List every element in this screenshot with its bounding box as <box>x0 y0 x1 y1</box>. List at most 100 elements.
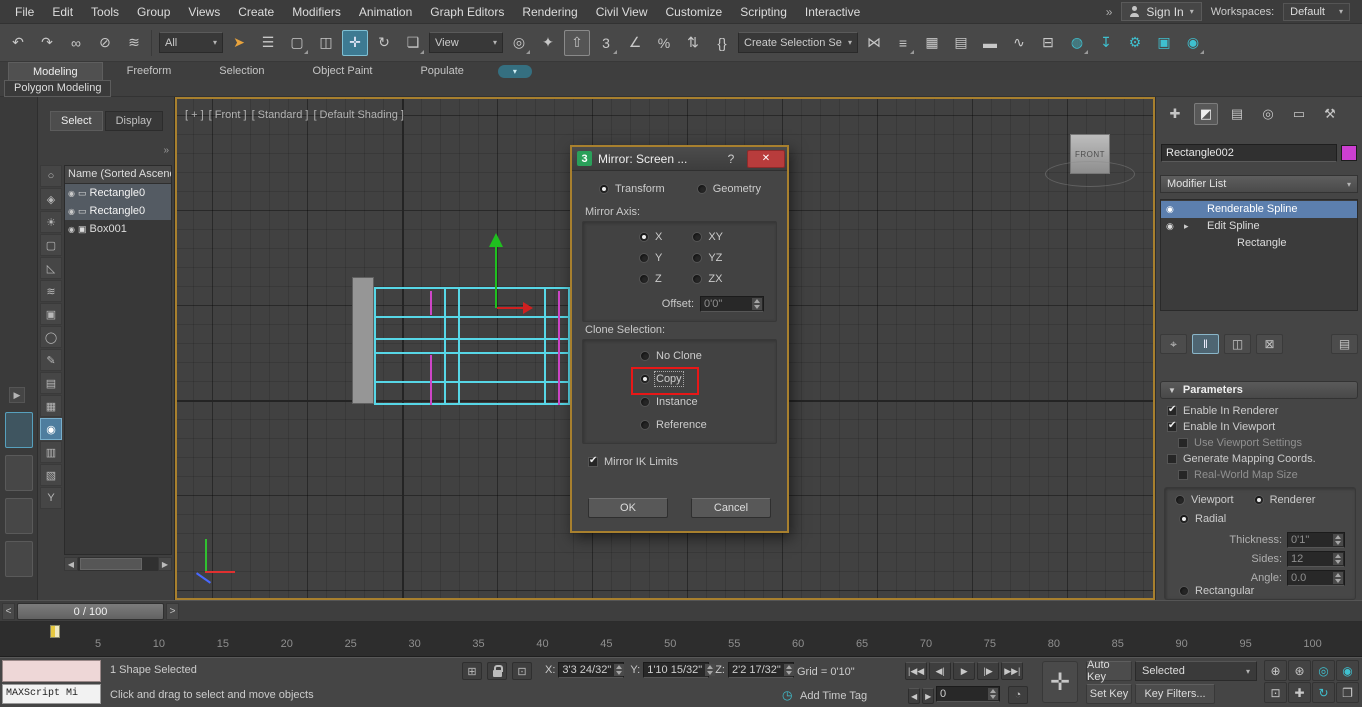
parameter-checkbox[interactable]: Real-World Map Size <box>1178 469 1358 481</box>
mirror-axis-radio[interactable]: ZX <box>692 273 723 285</box>
rendered-frame-window-icon[interactable]: ▣ <box>1151 30 1177 56</box>
spinner-icon[interactable] <box>1333 553 1343 565</box>
scroll-right-icon[interactable]: ▶ <box>158 557 172 571</box>
ribbon-tab[interactable]: Freeform <box>103 62 196 80</box>
ribbon-tab[interactable]: Modeling <box>8 62 103 80</box>
mirror-axis-radio[interactable]: YZ <box>692 252 723 264</box>
lights-filter-icon[interactable]: ☀ <box>40 211 62 233</box>
bones-filter-icon[interactable]: ✎ <box>40 349 62 371</box>
remove-modifier-icon[interactable]: ⊠ <box>1256 334 1283 354</box>
ribbon-toggle-icon[interactable]: ▬ <box>977 30 1003 56</box>
hidden-filter-icon[interactable]: ◉ <box>40 418 62 440</box>
previous-frame-button[interactable]: ◀| <box>929 662 951 680</box>
spinner-icon[interactable] <box>614 664 624 676</box>
ok-button[interactable]: OK <box>588 498 668 518</box>
previous-key-icon[interactable]: ◀ <box>908 688 920 704</box>
help-icon[interactable]: ? <box>721 152 741 166</box>
clone-option-radio[interactable]: No Clone <box>640 350 702 362</box>
render-production-icon[interactable]: ◉ <box>1180 30 1206 56</box>
pin-stack-icon[interactable]: ⌖ <box>1160 334 1187 354</box>
ribbon-config-button[interactable]: ▾ <box>498 65 532 78</box>
time-slider-handle[interactable]: 0 / 100 <box>17 603 164 620</box>
viewport-label-segment[interactable]: [ Standard ] <box>252 109 309 121</box>
render-setup-icon[interactable]: ⚙ <box>1122 30 1148 56</box>
menu-item[interactable]: Rendering <box>513 1 586 23</box>
menu-item[interactable]: Views <box>179 1 229 23</box>
default-tangents-icon[interactable]: ◔ <box>1008 686 1028 704</box>
add-time-tag[interactable]: Add Time Tag <box>800 690 867 702</box>
zoom-extents-all-icon[interactable]: ◉ <box>1336 660 1359 681</box>
move-gizmo-y-axis[interactable] <box>495 246 497 308</box>
go-to-start-button[interactable]: |◀◀ <box>905 662 927 680</box>
scene-explorer-tab[interactable]: Select <box>50 111 103 131</box>
menu-item[interactable]: Animation <box>350 1 421 23</box>
modifier-list-dropdown[interactable]: Modifier List ▾ <box>1160 175 1358 193</box>
next-key-icon[interactable]: ▶ <box>922 688 934 704</box>
menu-item[interactable]: Tools <box>82 1 128 23</box>
redo-icon[interactable]: ↷ <box>34 30 60 56</box>
dialog-title-bar[interactable]: 3 Mirror: Screen ... ? ✕ <box>572 147 787 171</box>
rectangular-selection-region-icon[interactable]: ▢ <box>284 30 310 56</box>
create-tab-icon[interactable]: ✚ <box>1163 103 1187 125</box>
scene-object-row[interactable]: ◉ ▭ Rectangle0 <box>65 184 171 202</box>
object-color-swatch[interactable] <box>1341 145 1357 161</box>
move-gizmo-x-axis[interactable] <box>497 307 523 309</box>
name-column-header[interactable]: Name (Sorted Ascend <box>65 166 171 184</box>
scene-explorer-tab[interactable]: Display <box>105 111 163 131</box>
parameter-checkbox[interactable]: Use Viewport Settings <box>1178 437 1358 449</box>
mirror-axis-radio[interactable]: Z <box>639 273 662 285</box>
unlink-selection-icon[interactable]: ⊘ <box>92 30 118 56</box>
containers-filter-icon[interactable]: ▤ <box>40 372 62 394</box>
zoom-extents-icon[interactable]: ◎ <box>1312 660 1335 681</box>
visibility-eye-icon[interactable]: ◉ <box>68 189 75 198</box>
workspaces-dropdown[interactable]: Default ▾ <box>1283 3 1350 21</box>
scroll-left-icon[interactable]: ◀ <box>64 557 78 571</box>
select-and-manipulate-icon[interactable]: ✦ <box>535 30 561 56</box>
mirror-ik-limits-checkbox[interactable]: Mirror IK Limits <box>588 456 678 468</box>
wall-section-object[interactable] <box>352 277 374 404</box>
hierarchy-tab-icon[interactable]: ▤ <box>1225 103 1249 125</box>
scene-object-row[interactable]: ◉ ▭ Rectangle0 <box>65 202 171 220</box>
window-crossing-icon[interactable]: ◫ <box>313 30 339 56</box>
modifier-stack-row[interactable]: ◉ ▸ Rectangle <box>1161 235 1357 252</box>
viewport-label-segment[interactable]: [ Default Shading ] <box>313 109 404 121</box>
utilities-tab-icon[interactable]: ⚒ <box>1318 103 1342 125</box>
absolute-mode-icon[interactable]: ⊡ <box>512 662 532 680</box>
clone-option-radio[interactable]: Reference <box>640 419 707 431</box>
layers-filter-icon[interactable]: ▧ <box>40 464 62 486</box>
parameter-field[interactable]: 12 <box>1287 551 1345 567</box>
keyboard-shortcut-override-icon[interactable]: ⇧ <box>564 30 590 56</box>
use-pivot-point-icon[interactable]: ◎ <box>506 30 532 56</box>
named-selection-sets-icon[interactable]: {} <box>709 30 735 56</box>
percent-snap-icon[interactable]: % <box>651 30 677 56</box>
show-end-result-icon[interactable]: ‖ <box>1192 334 1219 354</box>
menu-item[interactable]: Create <box>229 1 283 23</box>
make-unique-icon[interactable]: ◫ <box>1224 334 1251 354</box>
spinner-icon[interactable] <box>705 664 715 676</box>
parameter-field[interactable]: 0.0 <box>1287 570 1345 586</box>
display-tab-icon[interactable]: ▭ <box>1287 103 1311 125</box>
motion-tab-icon[interactable]: ◎ <box>1256 103 1280 125</box>
select-and-move-icon[interactable]: ✛ <box>342 30 368 56</box>
spinner-icon[interactable] <box>988 688 998 700</box>
toolbar-overflow-icon[interactable]: » <box>1106 5 1113 19</box>
viewport-label-segment[interactable]: [ + ] <box>185 109 204 121</box>
key-selection-dropdown[interactable]: Selected ▾ <box>1135 661 1257 681</box>
select-by-name-icon[interactable]: ☰ <box>255 30 281 56</box>
maxscript-mini-listener[interactable]: MAXScript Mi <box>2 684 101 704</box>
material-editor-icon[interactable]: ◍ <box>1064 30 1090 56</box>
curve-editor-icon[interactable]: ∿ <box>1006 30 1032 56</box>
ribbon-tab[interactable]: Object Paint <box>289 62 397 80</box>
zoom-icon[interactable]: ⊕ <box>1264 660 1287 681</box>
track-bar[interactable]: 5101520253035404550556065707580859095100 <box>0 622 1362 657</box>
configure-modifier-sets-icon[interactable]: ▤ <box>1331 334 1358 354</box>
mirror-icon[interactable]: ⋈ <box>861 30 887 56</box>
space-warps-filter-icon[interactable]: ≋ <box>40 280 62 302</box>
ribbon-tab[interactable]: Selection <box>195 62 288 80</box>
polygon-modeling-tab[interactable]: Polygon Modeling <box>4 80 111 97</box>
close-icon[interactable]: ✕ <box>747 150 785 168</box>
spinner-snap-icon[interactable]: ⇅ <box>680 30 706 56</box>
maximize-viewport-toggle-icon[interactable]: ❐ <box>1336 682 1359 703</box>
bind-to-space-warp-icon[interactable]: ≋ <box>121 30 147 56</box>
select-and-rotate-icon[interactable]: ↻ <box>371 30 397 56</box>
